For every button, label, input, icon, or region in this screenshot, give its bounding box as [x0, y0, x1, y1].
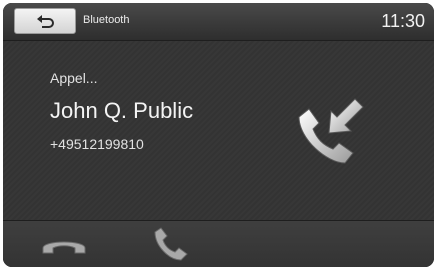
action-bar: [3, 220, 434, 267]
hang-up-icon: [42, 241, 86, 254]
call-status: Appel...: [50, 70, 98, 86]
back-button[interactable]: [14, 8, 76, 34]
phone-number: +49512199810: [50, 136, 144, 152]
header-title: Bluetooth: [83, 14, 130, 26]
call-panel: Appel... John Q. Public +49512199810: [3, 41, 434, 220]
reject-call-button[interactable]: [29, 226, 99, 262]
screen: Bluetooth 11:30 Appel... John Q. Public …: [3, 3, 434, 267]
accept-call-button[interactable]: [139, 226, 209, 262]
accept-call-icon: [154, 227, 188, 261]
caller-name: John Q. Public: [50, 98, 194, 123]
back-arrow-icon: [37, 15, 54, 28]
clock: 11:30: [381, 11, 425, 31]
header-bar: Bluetooth 11:30: [3, 3, 434, 41]
incoming-call-icon: [298, 98, 364, 164]
